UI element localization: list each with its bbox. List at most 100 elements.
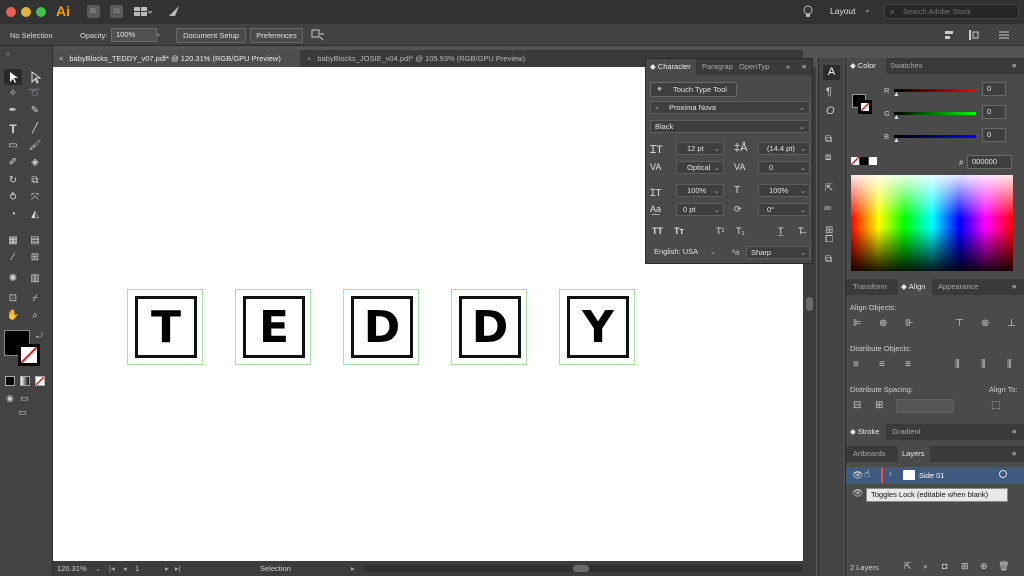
white-swatch[interactable]	[869, 157, 877, 165]
draw-mode-icon[interactable]: ◉	[6, 393, 14, 404]
eraser-tool-icon[interactable]: ◈	[28, 156, 42, 170]
first-artboard-icon[interactable]: |◂	[109, 561, 115, 576]
vertical-distribute-space-icon[interactable]: ⊟	[853, 400, 861, 411]
document-setup-button[interactable]: Document Setup	[176, 28, 246, 43]
paragraph-panel-icon[interactable]: ¶	[826, 86, 832, 98]
kerning-field[interactable]: Optical ⌄	[676, 161, 724, 174]
minimize-window-button[interactable]	[21, 7, 31, 17]
visibility-eye-icon[interactable]: 👁	[852, 488, 863, 499]
clipping-mask-icon[interactable]: ◘	[942, 561, 947, 571]
symbols-panel-icon[interactable]: ⧉	[825, 134, 832, 145]
edit-toolbar-icon[interactable]: ▭	[18, 407, 27, 418]
lasso-tool-icon[interactable]: ➰	[28, 87, 42, 101]
chevron-right-icon[interactable]: ›	[889, 469, 892, 478]
color-spectrum[interactable]	[851, 175, 1013, 271]
tab-transform[interactable]: Transform	[853, 279, 887, 295]
font-style-select[interactable]: Black ⌄	[650, 120, 810, 133]
hand-tool-icon[interactable]: ✋	[6, 309, 20, 323]
vertical-distribute-bottom-icon[interactable]: ≡	[905, 359, 911, 370]
tab-stroke[interactable]: ◆ Stroke	[846, 424, 886, 440]
black-swatch[interactable]	[860, 157, 868, 165]
tab-swatches[interactable]: Swatches	[890, 58, 923, 74]
vertical-distribute-center-icon[interactable]: ≡	[879, 359, 885, 370]
tab-character[interactable]: ◆ Character	[646, 59, 696, 75]
letter-block[interactable]: T	[127, 289, 203, 365]
horizontal-align-left-icon[interactable]: ⊫	[853, 318, 862, 329]
stock-icon[interactable]: St	[110, 5, 123, 18]
panel-menu-icon[interactable]: ≡	[1012, 446, 1016, 462]
spacing-value-field[interactable]	[896, 399, 954, 413]
close-tab-icon[interactable]: ×	[59, 54, 63, 63]
layer-row[interactable]: 👁 ☝ › Side 01	[846, 467, 1024, 484]
tab-josie-document[interactable]: × babyBlocks_JOSIE_v04.pdf* @ 105.93% (RG…	[301, 50, 551, 67]
hex-value-field[interactable]: 000000	[967, 155, 1012, 169]
free-transform-tool-icon[interactable]: ⤧	[28, 191, 42, 205]
export-selection-icon[interactable]: ⇱	[904, 561, 912, 572]
symbol-sprayer-tool-icon[interactable]: ✺	[6, 272, 20, 286]
eyedropper-tool-icon[interactable]: ⁄	[6, 251, 20, 265]
baseline-shift-field[interactable]: 0 pt ⌄	[676, 203, 724, 216]
selection-tool-icon[interactable]	[6, 70, 20, 84]
swatches-panel-icon[interactable]: ⧈	[825, 152, 831, 163]
artboards-panel-icon[interactable]: ⧠	[825, 234, 833, 245]
close-window-button[interactable]	[6, 7, 16, 17]
horizontal-scrollbar[interactable]	[363, 565, 803, 572]
letter-block[interactable]: E	[235, 289, 311, 365]
slider-thumb[interactable]: ▲	[893, 137, 900, 144]
slice-tool-icon[interactable]: ⌿	[28, 292, 42, 306]
mesh-tool-icon[interactable]: ▦	[6, 234, 20, 248]
pen-tool-icon[interactable]: ✒	[6, 104, 20, 118]
export-panel-icon[interactable]: ⇱	[825, 183, 833, 194]
column-graph-tool-icon[interactable]: ▥	[28, 272, 42, 286]
panel-menu-icon[interactable]: ≡	[1012, 58, 1016, 74]
paintbrush-tool-icon[interactable]: 🖌	[28, 139, 42, 153]
tab-appearance[interactable]: Appearance	[938, 279, 978, 295]
strikethrough-icon[interactable]: T̶	[798, 226, 804, 236]
vertical-align-top-icon[interactable]: ⊤	[955, 318, 964, 329]
language-select[interactable]: English: USA ⌄	[650, 246, 716, 259]
align-to-selection-icon[interactable]: ⬚	[991, 400, 1000, 411]
font-size-field[interactable]: 12 pt ⌄	[676, 142, 724, 155]
character-panel-icon[interactable]: A	[823, 65, 840, 80]
zoom-tool-icon[interactable]: ⌕	[28, 309, 42, 323]
gradient-mode-icon[interactable]	[20, 376, 30, 386]
curvature-tool-icon[interactable]: ✎	[28, 104, 42, 118]
tracking-field[interactable]: 0 ⌄	[758, 161, 810, 174]
shape-builder-tool-icon[interactable]: ◔	[6, 208, 20, 222]
vertical-align-center-icon[interactable]: ⊕	[981, 318, 989, 329]
stroke-color-swatch[interactable]	[18, 344, 40, 366]
horizontal-align-center-icon[interactable]: ⊕	[879, 318, 887, 329]
line-tool-icon[interactable]: ╱	[28, 122, 42, 136]
letter-block[interactable]: D	[343, 289, 419, 365]
tab-gradient[interactable]: Gradient	[892, 424, 921, 440]
anti-aliasing-select[interactable]: Sharp ⌄	[746, 246, 810, 259]
next-artboard-icon[interactable]: ▸	[165, 561, 169, 576]
lightbulb-icon[interactable]	[802, 4, 814, 19]
zoom-level[interactable]: 120.31%	[57, 561, 87, 576]
asset-export-icon[interactable]: ⧉	[825, 254, 832, 265]
subscript-icon[interactable]: T₁	[736, 226, 745, 236]
scrollbar-thumb[interactable]	[806, 297, 813, 311]
gpu-performance-icon[interactable]	[167, 4, 181, 18]
align-to-icon[interactable]	[944, 29, 958, 41]
lock-toggle-icon[interactable]: ☝	[864, 469, 870, 480]
warp-tool-icon[interactable]: ⥁	[6, 191, 20, 205]
delete-layer-icon[interactable]: 🗑	[998, 561, 1009, 572]
vertical-align-bottom-icon[interactable]: ⊥	[1007, 318, 1016, 329]
type-tool-icon[interactable]: T	[6, 122, 20, 136]
superscript-icon[interactable]: T¹	[716, 226, 725, 236]
red-slider[interactable]	[894, 89, 976, 92]
font-family-select[interactable]: ⌕ Proxima Nova ⌄	[650, 101, 810, 114]
letter-block[interactable]: D	[451, 289, 527, 365]
perspective-grid-tool-icon[interactable]: ◭	[28, 208, 42, 222]
character-rotation-field[interactable]: 0° ⌄	[758, 203, 810, 216]
opentype-panel-icon[interactable]: O	[826, 105, 835, 117]
maximize-window-button[interactable]	[36, 7, 46, 17]
blend-tool-icon[interactable]: ⊞	[28, 251, 42, 265]
bridge-icon[interactable]: Br	[87, 5, 100, 18]
opacity-field[interactable]: 100%	[111, 28, 157, 42]
previous-artboard-icon[interactable]: ◂	[123, 561, 127, 576]
layer-name[interactable]: Side 01	[919, 471, 944, 480]
panel-menu-icon[interactable]: ≡	[802, 59, 806, 75]
blue-value-field[interactable]: 0	[982, 128, 1006, 142]
